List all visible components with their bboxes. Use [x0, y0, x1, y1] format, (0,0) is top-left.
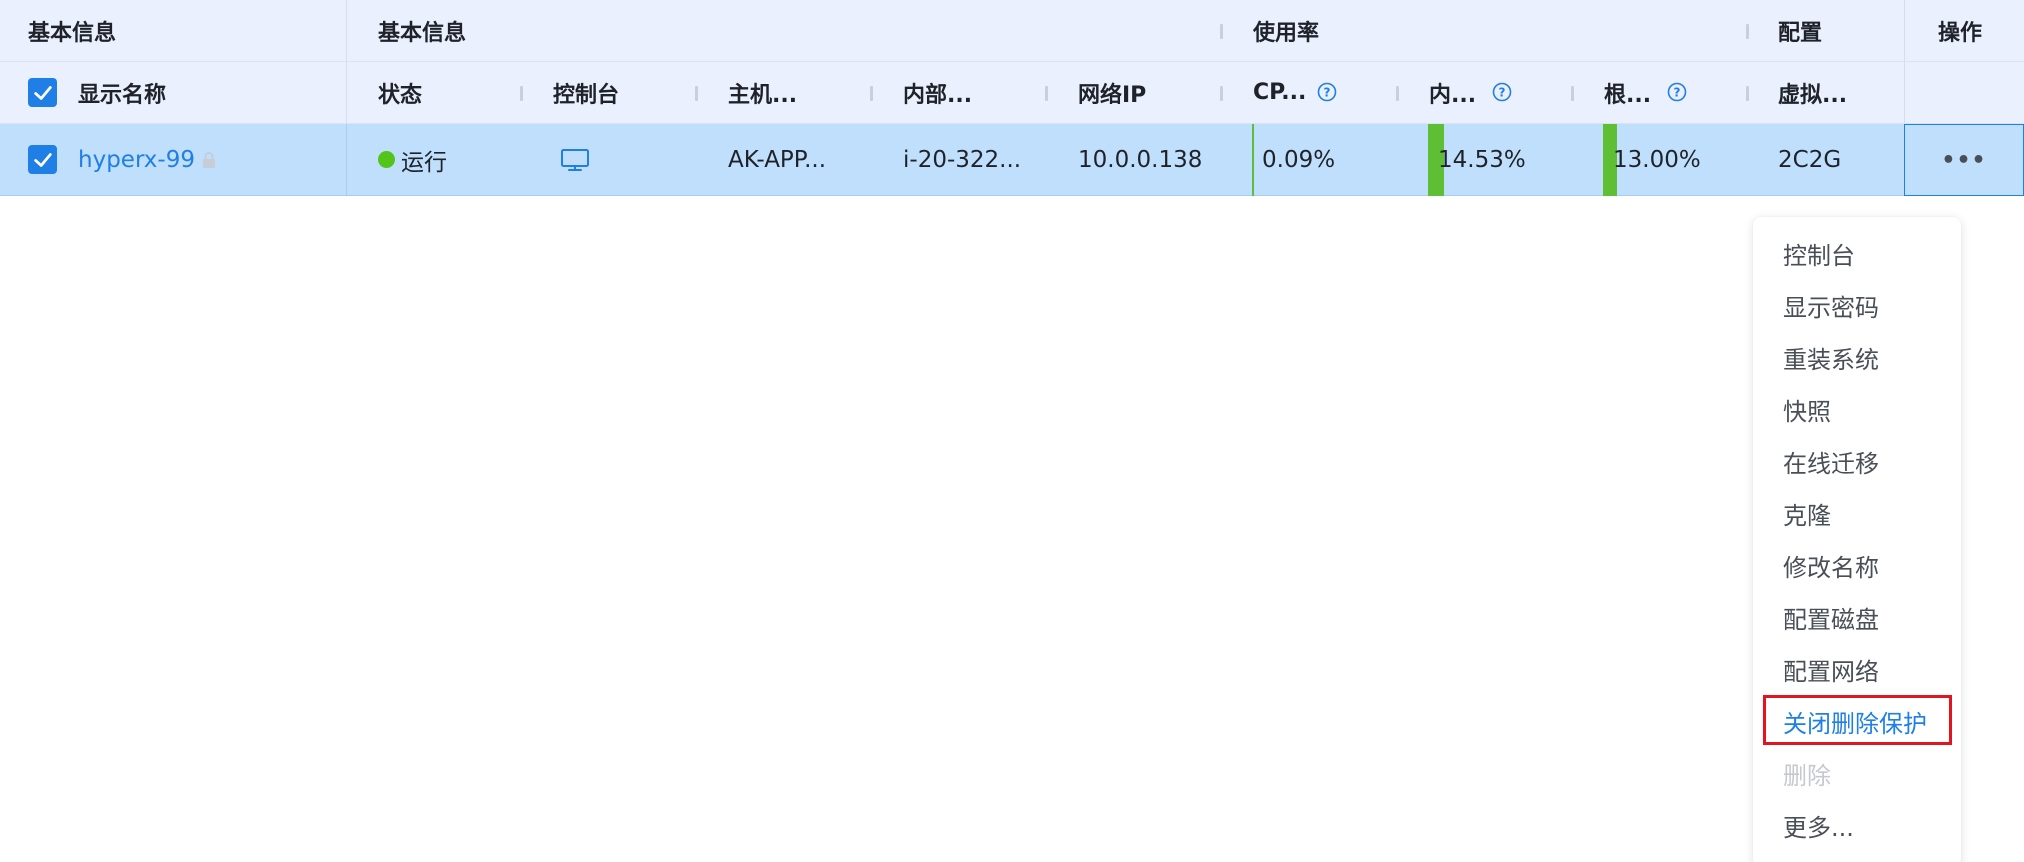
- menu-item-show-password[interactable]: 显示密码: [1783, 288, 1879, 323]
- column-header-display-name[interactable]: 显示名称: [78, 62, 166, 123]
- column-header-console[interactable]: 控制台: [553, 62, 619, 123]
- header-group-usage: 使用率: [1253, 20, 1320, 46]
- cpu-usage-cell: 0.09%: [1262, 146, 1336, 173]
- menu-item-snapshot[interactable]: 快照: [1783, 392, 1831, 427]
- menu-item-more[interactable]: 更多...: [1783, 808, 1854, 843]
- column-header-virtual[interactable]: 虚拟...: [1778, 62, 1847, 123]
- column-divider: [346, 124, 347, 195]
- menu-item-configure-disk[interactable]: 配置磁盘: [1783, 600, 1879, 635]
- question-circle-icon[interactable]: ?: [1317, 82, 1337, 102]
- select-all-checkbox[interactable]: [28, 78, 57, 107]
- instance-name-link[interactable]: hyperx-99: [78, 124, 217, 195]
- header-group-config: 配置: [1778, 20, 1823, 46]
- actions-dropdown-menu: 控制台 显示密码 重装系统 快照 在线迁移 克隆 修改名称 配置磁盘 配置网络 …: [1753, 217, 1961, 862]
- host-cell: AK-APP...: [728, 146, 827, 173]
- console-button[interactable]: [560, 124, 590, 195]
- column-divider: [346, 62, 347, 123]
- header-column-row: 显示名称 状态 控制台 主机... 内部... 网络IP CP... ? 内..…: [0, 62, 2024, 124]
- question-circle-icon[interactable]: ?: [1667, 82, 1687, 102]
- column-header-host[interactable]: 主机...: [728, 62, 797, 123]
- column-resize-handle[interactable]: [1220, 24, 1223, 39]
- svg-text:?: ?: [1324, 86, 1331, 100]
- column-divider: [1904, 0, 1905, 61]
- column-resize-handle[interactable]: [695, 86, 698, 101]
- header-group-basic-info-1: 基本信息: [28, 20, 117, 46]
- column-resize-handle[interactable]: [1045, 86, 1048, 101]
- column-resize-handle[interactable]: [520, 86, 523, 101]
- status-running-dot: [378, 151, 395, 168]
- menu-item-delete: 删除: [1783, 762, 1831, 790]
- svg-text:?: ?: [1499, 86, 1506, 100]
- config-cell: 2C2G: [1778, 146, 1842, 173]
- column-divider: [1904, 62, 1905, 123]
- column-header-status[interactable]: 状态: [378, 62, 422, 123]
- column-header-internal[interactable]: 内部...: [903, 62, 972, 123]
- column-resize-handle[interactable]: [1746, 86, 1749, 101]
- column-resize-handle[interactable]: [1220, 86, 1223, 101]
- svg-text:?: ?: [1674, 86, 1681, 100]
- memory-usage-cell: 14.53%: [1438, 146, 1526, 173]
- column-resize-handle[interactable]: [1746, 24, 1749, 39]
- column-header-memory[interactable]: 内...: [1429, 62, 1476, 123]
- header-group-row: 基本信息 基本信息 使用率 配置 操作: [0, 0, 2024, 62]
- lock-icon: [202, 151, 215, 168]
- checkbox-checked-icon: [33, 85, 52, 100]
- menu-item-reinstall-system[interactable]: 重装系统: [1783, 340, 1879, 375]
- checkbox-checked-icon: [33, 152, 52, 167]
- root-usage-cell: 13.00%: [1613, 146, 1701, 173]
- header-group-operations: 操作: [1938, 20, 1983, 46]
- more-actions-button[interactable]: •••: [1904, 124, 2024, 196]
- more-icon[interactable]: •••: [1941, 148, 1986, 173]
- column-resize-handle[interactable]: [870, 86, 873, 101]
- column-header-root[interactable]: 根...: [1604, 62, 1651, 123]
- menu-item-live-migrate[interactable]: 在线迁移: [1783, 444, 1879, 479]
- menu-item-clone[interactable]: 克隆: [1783, 496, 1831, 531]
- row-checkbox[interactable]: [28, 145, 57, 174]
- column-resize-handle[interactable]: [1571, 86, 1574, 101]
- question-circle-icon[interactable]: ?: [1492, 82, 1512, 102]
- header-group-basic-info-2: 基本信息: [378, 20, 467, 46]
- menu-item-configure-network[interactable]: 配置网络: [1783, 652, 1879, 687]
- menu-item-rename[interactable]: 修改名称: [1783, 548, 1879, 583]
- cpu-usage-bar: [1252, 124, 1254, 196]
- table-row[interactable]: hyperx-99 运行 AK-APP... i-20-322... 10.0.…: [0, 124, 2024, 196]
- column-resize-handle[interactable]: [1396, 86, 1399, 101]
- column-header-network-ip[interactable]: 网络IP: [1078, 62, 1146, 123]
- menu-item-disable-delete-protection[interactable]: 关闭删除保护: [1783, 704, 1927, 739]
- network-ip-cell: 10.0.0.138: [1078, 146, 1203, 173]
- internal-id-cell: i-20-322...: [903, 146, 1022, 173]
- column-header-cpu[interactable]: CP...: [1253, 62, 1306, 123]
- status-badge: 运行: [378, 124, 447, 195]
- column-divider: [346, 0, 347, 61]
- monitor-icon[interactable]: [560, 147, 590, 173]
- menu-item-console[interactable]: 控制台: [1783, 236, 1855, 271]
